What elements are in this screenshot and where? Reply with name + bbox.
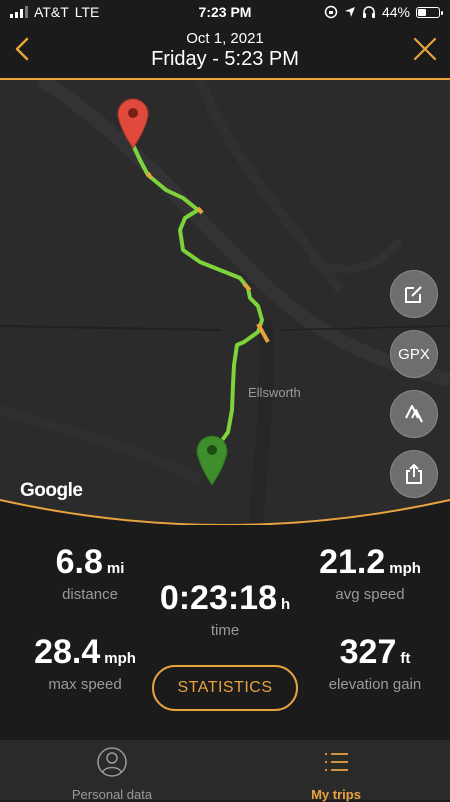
elevation-unit: ft: [400, 650, 411, 667]
time-value: 0:23:18: [159, 579, 278, 617]
max-speed-unit: mph: [104, 650, 136, 667]
time-stat: 0:23:18 h time: [140, 579, 310, 639]
statistics-button[interactable]: STATISTICS: [152, 665, 298, 711]
edit-icon: [405, 286, 422, 303]
tab-my-trips[interactable]: My trips: [256, 746, 416, 802]
avg-speed-label: avg speed: [335, 586, 405, 603]
strava-button[interactable]: [390, 390, 438, 438]
city-label: Ellsworth: [248, 385, 301, 400]
edit-button[interactable]: [390, 270, 438, 318]
google-logo: Google: [20, 480, 83, 501]
avg-speed-value: 21.2: [319, 543, 386, 581]
battery-fill: [418, 8, 426, 16]
map-canvas: [0, 80, 450, 525]
max-speed-value: 28.4: [34, 633, 101, 671]
header: Oct 1, 2021 Friday - 5:23 PM: [0, 24, 450, 80]
person-icon: [97, 747, 127, 777]
time-label: time: [210, 622, 240, 639]
time-unit: h: [281, 596, 291, 613]
rotation-lock-icon: [324, 5, 338, 19]
headphones-icon: [362, 6, 375, 18]
distance-label: distance: [62, 586, 118, 603]
trip-title: Friday - 5:23 PM: [151, 48, 299, 70]
share-icon: [406, 463, 422, 484]
trip-stats: 6.8 mi distance 21.2 mph avg speed 0:23:18…: [0, 525, 450, 740]
avg-speed-stat: 21.2 mph avg speed: [290, 543, 450, 603]
distance-stat: 6.8 mi distance: [20, 543, 160, 603]
distance-unit: mi: [106, 560, 125, 577]
battery-icon: [416, 6, 443, 18]
battery-percent: 44%: [381, 4, 410, 20]
max-speed-label: max speed: [48, 676, 122, 693]
max-speed-stat: 28.4 mph max speed: [10, 633, 160, 693]
distance-value: 6.8: [55, 543, 103, 581]
status-bar: AT&T LTE 7:23 PM 44%: [0, 0, 450, 24]
route-map[interactable]: Ellsworth Google GPX: [0, 80, 450, 525]
location-icon: [344, 7, 355, 17]
elevation-value: 327: [339, 633, 397, 671]
strava-icon: [405, 405, 423, 423]
tab-personal-data[interactable]: Personal data: [32, 746, 192, 802]
gpx-label: GPX: [398, 345, 430, 363]
avg-speed-unit: mph: [389, 560, 421, 577]
trip-date: Oct 1, 2021: [186, 30, 264, 47]
elevation-label: elevation gain: [328, 676, 422, 693]
elevation-stat: 327 ft elevation gain: [300, 633, 450, 693]
share-button[interactable]: [390, 450, 438, 498]
close-icon[interactable]: [412, 36, 438, 62]
list-icon: [325, 753, 348, 771]
tab-bar: Personal data My trips: [0, 740, 450, 802]
gpx-export-button[interactable]: GPX: [390, 330, 438, 378]
